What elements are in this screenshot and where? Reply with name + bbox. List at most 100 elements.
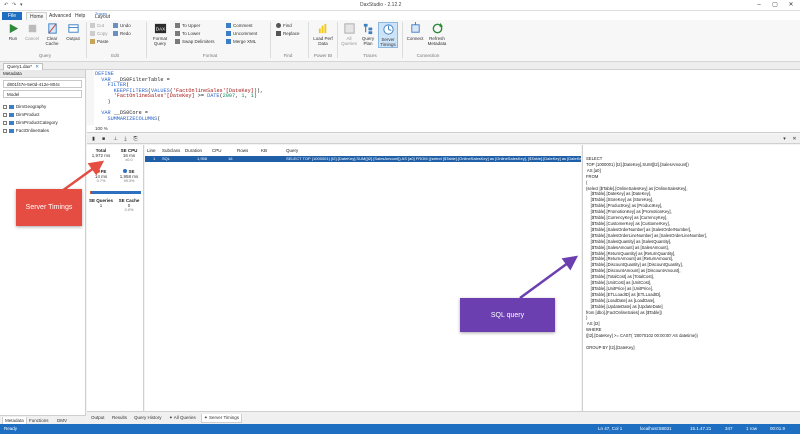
stop-icon[interactable]: ■: [100, 136, 107, 143]
clear-icon[interactable]: ▮: [90, 136, 97, 143]
col-subclass[interactable]: Subclass: [162, 148, 180, 153]
redo-button[interactable]: Redo: [113, 30, 131, 37]
format-query-button[interactable]: DAX Format Query: [149, 22, 171, 46]
expand-icon[interactable]: [3, 121, 7, 125]
server-timings-toolbar: ▮ ■ ⊥ ⤓ ⎘ ▾ ✕: [87, 135, 800, 144]
col-kb[interactable]: KB: [261, 148, 267, 153]
table-row[interactable]: 1 SQL 1,958 16 SELECT TOP (1000001) [t2]…: [145, 156, 581, 162]
sql-query-pane[interactable]: SELECT TOP (1000001) [t2].[DateKey],SUM([…: [582, 145, 800, 411]
redo-icon: [113, 31, 118, 37]
load-perf-data-icon: [318, 23, 326, 34]
panel-dropdown-icon[interactable]: ▾: [781, 136, 788, 143]
expand-icon[interactable]: [3, 129, 7, 133]
find-button[interactable]: Find: [276, 22, 292, 29]
tab-dmv[interactable]: DMV: [55, 417, 69, 424]
query-plan-button[interactable]: Query Plan: [359, 22, 377, 46]
tab-query-history[interactable]: Query History: [132, 414, 164, 422]
redo-quick-icon[interactable]: ↷: [12, 2, 16, 8]
to-upper-button[interactable]: To Upper: [175, 22, 200, 29]
model-selector[interactable]: Model: [3, 90, 82, 98]
tab-functions[interactable]: Functions: [27, 417, 51, 424]
connect-button[interactable]: Connect: [405, 22, 425, 41]
tab-all-queries[interactable]: ✦ All Queries: [167, 414, 198, 422]
maximize-button[interactable]: ▢: [768, 1, 782, 10]
uncomment-icon: [226, 31, 231, 37]
model-database-selector[interactable]: d801f47e-5e0d-412e-804c: [3, 80, 82, 88]
tab-home[interactable]: Home: [26, 12, 48, 20]
col-query[interactable]: Query: [286, 148, 298, 153]
table-name: DimGeography: [16, 104, 47, 109]
col-duration[interactable]: Duration: [185, 148, 202, 153]
close-tab-icon[interactable]: ✕: [35, 64, 39, 69]
ribbon-separator: [402, 22, 403, 58]
run-button[interactable]: Run: [4, 22, 22, 41]
table-icon: [9, 120, 14, 125]
load-perf-data-button[interactable]: Load Perf Data: [312, 22, 334, 46]
merge-xml-label: Merge XML: [233, 39, 257, 44]
table-item[interactable]: DimGeography: [0, 103, 85, 111]
all-queries-label: All Queries: [341, 36, 357, 46]
swap-delimiters-button[interactable]: Swap Delimiters: [175, 38, 215, 45]
pin-icon[interactable]: ⊥: [112, 136, 119, 143]
refresh-metadata-button[interactable]: Refresh Metadata: [426, 22, 448, 46]
col-rows[interactable]: Rows: [237, 148, 248, 153]
refresh-icon: [432, 22, 443, 34]
expand-icon[interactable]: [3, 113, 7, 117]
tab-advanced[interactable]: Advanced: [46, 12, 74, 20]
output-button[interactable]: Output: [63, 22, 83, 41]
se-percent: 99.3%: [123, 179, 135, 183]
sql-line: GROUP BY [t2].[DateKey]: [586, 345, 635, 350]
to-lower-button[interactable]: To Lower: [175, 30, 200, 37]
copy-button[interactable]: Copy: [90, 30, 108, 37]
table-icon: [9, 112, 14, 117]
undo-quick-icon[interactable]: ↶: [4, 2, 8, 8]
replace-button[interactable]: Replace: [276, 30, 300, 37]
col-line[interactable]: Line: [147, 148, 156, 153]
tab-results[interactable]: Results: [110, 414, 129, 422]
find-group-label: Find: [283, 53, 293, 58]
expand-icon[interactable]: [3, 105, 7, 109]
run-label: Run: [8, 36, 18, 41]
table-name: DimProduct: [16, 112, 40, 117]
find-label: Find: [283, 23, 292, 28]
code-token: >=: [194, 93, 208, 100]
col-cpu[interactable]: CPU: [212, 148, 222, 153]
table-item[interactable]: DimProduct: [0, 111, 85, 119]
zoom-level[interactable]: 100 %: [95, 126, 108, 131]
tab-server-timings[interactable]: ✦ Server Timings: [201, 414, 243, 423]
close-button[interactable]: ✕: [784, 1, 798, 10]
query-editor[interactable]: DEFINE VAR __DS0FilterTable = FILTER( KE…: [87, 70, 800, 133]
tab-help[interactable]: Help: [72, 12, 88, 20]
cancel-button[interactable]: Cancel: [23, 22, 41, 41]
tab-file[interactable]: File: [2, 12, 22, 20]
quick-access-dropdown-icon[interactable]: ▾: [20, 2, 23, 8]
sql-query-text[interactable]: SELECT TOP (1000001) [t2].[DateKey],SUM([…: [586, 156, 707, 351]
cut-button[interactable]: Cut: [90, 22, 104, 29]
clear-cache-button[interactable]: Clear Cache: [42, 22, 62, 46]
output-icon: [67, 24, 79, 33]
undo-button[interactable]: Undo: [113, 22, 131, 29]
code-line[interactable]: SUMMARIZECOLUMNS(: [95, 116, 263, 123]
find-icon: [276, 23, 281, 29]
export-icon[interactable]: ⤓: [122, 136, 129, 143]
table-item[interactable]: DimProductCategory: [0, 119, 85, 127]
uncomment-button[interactable]: Uncomment: [226, 30, 257, 37]
to-upper-label: To Upper: [182, 23, 201, 28]
paste-button[interactable]: Paste: [90, 38, 109, 45]
merge-xml-button[interactable]: Merge XML: [226, 38, 256, 45]
tab-output[interactable]: Output: [89, 414, 107, 422]
replace-label: Replace: [283, 31, 300, 36]
connect-label: Connect: [406, 36, 424, 41]
copy-icon[interactable]: ⎘: [132, 136, 139, 143]
se-dot-icon: [123, 169, 128, 173]
all-queries-button[interactable]: All Queries: [340, 22, 358, 46]
server-timings-button[interactable]: Server Timings: [378, 22, 398, 48]
total-metric: Total 1,972 ms: [87, 148, 115, 158]
comment-button[interactable]: Comment: [226, 22, 253, 29]
query-document-tab[interactable]: Query1.dax* ✕: [3, 63, 44, 70]
table-item[interactable]: FactOnlineSales: [0, 127, 85, 135]
dax-code[interactable]: DEFINE VAR __DS0FilterTable = FILTER( KE…: [95, 71, 263, 123]
close-panel-icon[interactable]: ✕: [791, 136, 798, 143]
code-line[interactable]: 'FactOnlineSales'[DateKey] >= DATE(2007,…: [95, 94, 263, 100]
minimize-button[interactable]: –: [752, 1, 766, 10]
